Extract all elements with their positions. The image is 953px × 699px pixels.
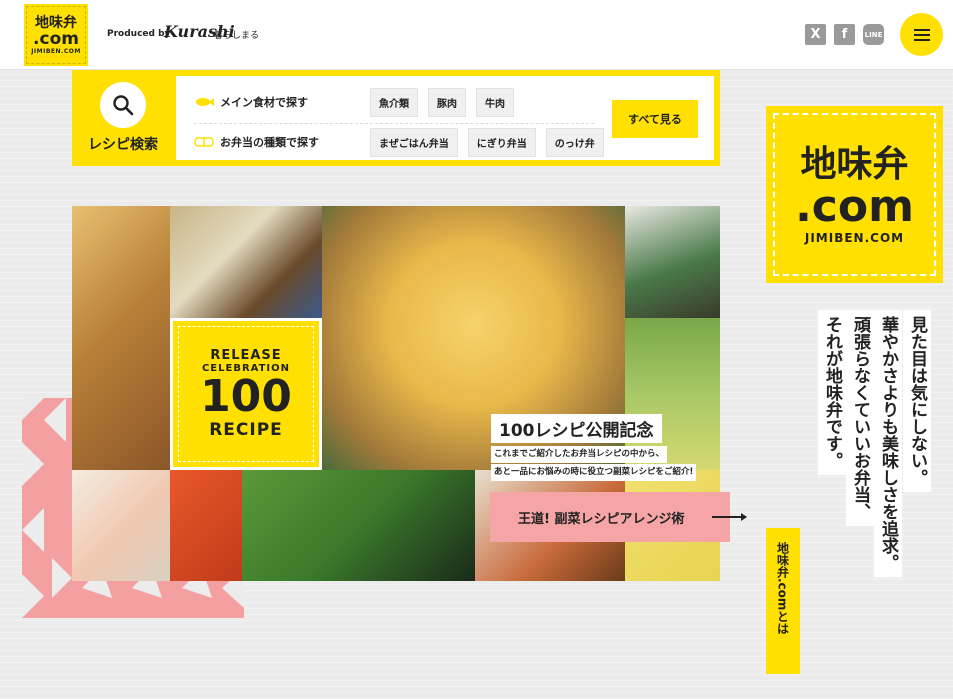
chip-nigiri[interactable]: にぎり弁当	[467, 127, 536, 157]
x-share-icon[interactable]: X	[805, 24, 826, 45]
hero-description: これまでご紹介したお弁当レシピの中から、 あと一品にお悩みの時に役立つ副菜レシピ…	[491, 446, 697, 482]
side-logo-line3: JIMIBEN.COM	[804, 230, 905, 245]
search-options: メイン食材で探す 魚介類 豚肉 牛肉 お弁当の種類で探す まぜごはん弁当 にぎり…	[176, 76, 714, 160]
badge-line1: RELEASE	[210, 348, 282, 363]
side-logo-line2: .com	[795, 180, 914, 232]
hero-cta-button[interactable]: 王道! 副菜レシピアレンジ術	[490, 492, 730, 542]
tagline-line: 華やかさよりも美味しさを追求。	[874, 310, 902, 577]
tagline-line: 頑張らなくていいお弁当、	[846, 310, 874, 526]
food-photo-tile	[72, 206, 170, 470]
side-logo: 地味弁 .com JIMIBEN.COM	[766, 106, 943, 283]
arrow-right-icon	[712, 513, 747, 521]
food-photo-tile	[242, 470, 475, 581]
food-photo-tile	[625, 206, 720, 318]
site-header: 地味弁 .com JIMIBEN.COM Produced by Kurashi…	[0, 0, 953, 70]
facebook-share-icon[interactable]: f	[834, 24, 855, 45]
logo-line3: JIMIBEN.COM	[31, 47, 81, 55]
menu-bar	[913, 28, 930, 31]
recipe-search-panel: レシピ検索 メイン食材で探す 魚介類 豚肉 牛肉 お弁当の種類で探す まぜごはん…	[72, 70, 720, 166]
recipe-search-label: レシピ検索	[72, 70, 174, 166]
see-all-button[interactable]: すべて見る	[612, 100, 698, 138]
fish-icon	[196, 98, 214, 106]
bento-box-icon	[194, 137, 214, 147]
chip-mazegohan[interactable]: まぜごはん弁当	[370, 127, 458, 157]
chip-beef[interactable]: 牛肉	[476, 87, 514, 117]
line-share-icon[interactable]: LINE	[863, 24, 884, 45]
search-icon	[100, 82, 146, 128]
chip-seafood[interactable]: 魚介類	[370, 87, 418, 117]
kurashiru-brand-sub: 暮らしまる	[214, 31, 260, 41]
search-row-main-ingredient: メイン食材で探す 魚介類 豚肉 牛肉	[194, 87, 524, 117]
produced-by-label: Produced by	[107, 29, 171, 39]
site-logo[interactable]: 地味弁 .com JIMIBEN.COM	[22, 2, 90, 68]
side-logo-line1: 地味弁	[800, 143, 909, 185]
food-photo-tile	[72, 470, 170, 581]
row-divider	[194, 123, 594, 124]
search-row-bento-type: お弁当の種類で探す まぜごはん弁当 にぎり弁当 のっけ弁	[194, 127, 614, 157]
hero-desc-line: これまでご紹介したお弁当レシピの中から、	[491, 446, 668, 463]
badge-line3: 100	[200, 371, 292, 422]
hero-desc-line: あと一品にお悩みの時に役立つ副菜レシピをご紹介!	[491, 464, 697, 481]
chip-nokke[interactable]: のっけ弁	[545, 127, 604, 157]
badge-line4: RECIPE	[209, 420, 283, 440]
hero-title: 100レシピ公開記念	[491, 414, 662, 443]
recipe-search-title: レシピ検索	[88, 137, 158, 153]
search-row-label: お弁当の種類で探す	[220, 136, 319, 149]
menu-bar	[913, 33, 930, 36]
food-photo-tile	[170, 206, 322, 318]
menu-bar	[913, 38, 930, 41]
chip-pork[interactable]: 豚肉	[428, 87, 466, 117]
tagline-line: それが地味弁です。	[818, 310, 846, 475]
about-jimiben-tab[interactable]: 地味弁.comとは	[766, 528, 800, 674]
tagline-line: 見た目は気にしない。	[903, 310, 931, 492]
release-celebration-badge: RELEASE CELEBRATION 100 RECIPE	[170, 318, 322, 470]
food-photo-tile	[170, 470, 242, 581]
logo-line2: .com	[33, 28, 79, 49]
hamburger-menu-button[interactable]	[900, 13, 943, 56]
search-row-label: メイン食材で探す	[220, 96, 308, 109]
